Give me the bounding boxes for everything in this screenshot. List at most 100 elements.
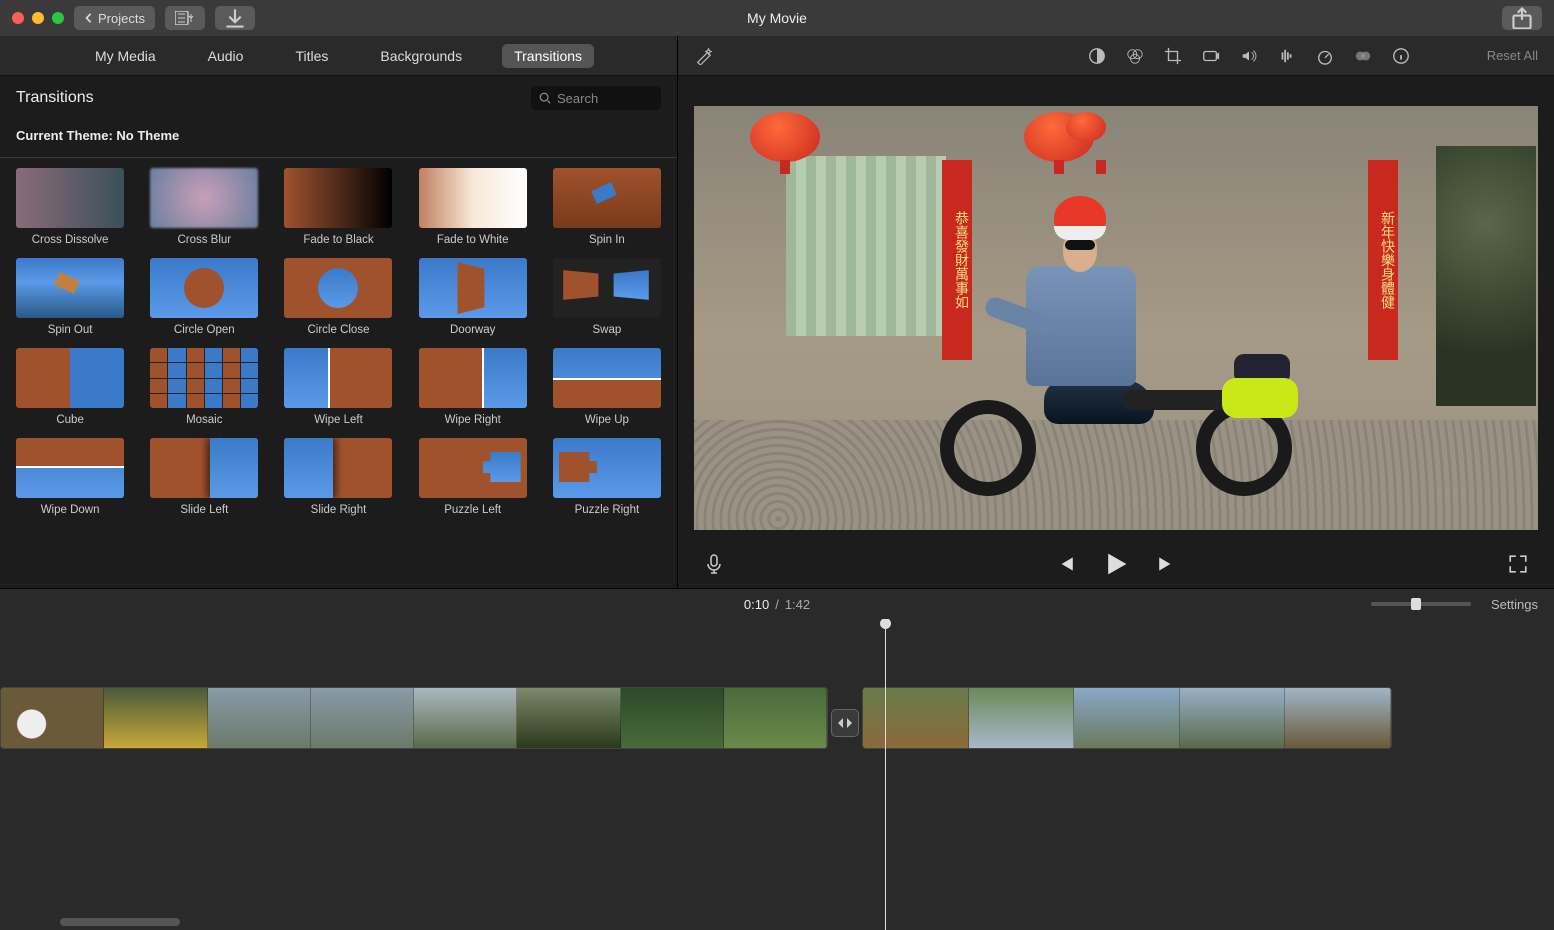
reset-all-button[interactable]: Reset All <box>1487 48 1538 63</box>
window-controls <box>12 12 64 24</box>
search-icon <box>539 92 551 104</box>
transition-thumbnail <box>150 258 258 318</box>
volume-icon[interactable] <box>1239 46 1259 66</box>
transition-thumbnail <box>284 168 392 228</box>
transition-cube[interactable]: Cube <box>10 348 130 426</box>
transition-thumbnail <box>419 258 527 318</box>
transition-thumbnail <box>553 438 661 498</box>
tab-transitions[interactable]: Transitions <box>502 44 594 68</box>
enhance-wand-icon[interactable] <box>694 46 714 66</box>
fullscreen-preview-button[interactable] <box>1506 552 1530 576</box>
transition-thumbnail <box>150 438 258 498</box>
titlebar: Projects My Movie <box>0 0 1554 36</box>
tab-audio[interactable]: Audio <box>196 44 256 68</box>
transition-thumbnail <box>284 258 392 318</box>
transition-circle-close[interactable]: Circle Close <box>278 258 398 336</box>
current-time: 0:10 <box>744 597 769 612</box>
transition-label: Circle Open <box>144 324 264 336</box>
info-icon[interactable] <box>1391 46 1411 66</box>
transition-label: Wipe Right <box>413 414 533 426</box>
transition-thumbnail <box>16 258 124 318</box>
zoom-slider[interactable] <box>1371 602 1471 606</box>
transition-label: Fade to Black <box>278 234 398 246</box>
transition-cross-blur[interactable]: Cross Blur <box>144 168 264 246</box>
transition-thumbnail <box>419 348 527 408</box>
previous-frame-button[interactable] <box>1053 552 1077 576</box>
transition-thumbnail <box>16 348 124 408</box>
back-to-projects-button[interactable]: Projects <box>74 6 155 30</box>
playhead[interactable] <box>885 619 886 930</box>
transition-thumbnail <box>16 168 124 228</box>
library-toggle-button[interactable] <box>165 6 205 30</box>
transition-slide-right[interactable]: Slide Right <box>278 438 398 516</box>
color-correction-icon[interactable] <box>1125 46 1145 66</box>
theme-label: Current Theme: No Theme <box>0 120 677 158</box>
transition-puzzle-right[interactable]: Puzzle Right <box>547 438 667 516</box>
search-placeholder: Search <box>557 91 598 106</box>
transition-label: Swap <box>547 324 667 336</box>
timeline-header: 0:10 / 1:42 Settings <box>0 589 1554 619</box>
tab-backgrounds[interactable]: Backgrounds <box>368 44 474 68</box>
transition-thumbnail <box>419 168 527 228</box>
transition-thumbnail <box>284 348 392 408</box>
transition-wipe-right[interactable]: Wipe Right <box>413 348 533 426</box>
browser-header: Transitions Search <box>0 76 677 120</box>
media-browser: My Media Audio Titles Backgrounds Transition… <box>0 36 678 588</box>
transition-thumbnail <box>16 438 124 498</box>
transition-label: Spin Out <box>10 324 130 336</box>
voiceover-record-button[interactable] <box>702 552 726 576</box>
timeline-settings-button[interactable]: Settings <box>1491 597 1538 612</box>
transition-thumbnail <box>553 258 661 318</box>
transition-circle-open[interactable]: Circle Open <box>144 258 264 336</box>
back-label: Projects <box>98 11 145 26</box>
transition-wipe-down[interactable]: Wipe Down <box>10 438 130 516</box>
transition-swap[interactable]: Swap <box>547 258 667 336</box>
transition-label: Spin In <box>547 234 667 246</box>
color-balance-icon[interactable] <box>1087 46 1107 66</box>
transition-cross-dissolve[interactable]: Cross Dissolve <box>10 168 130 246</box>
search-input[interactable]: Search <box>531 86 661 110</box>
transition-label: Fade to White <box>413 234 533 246</box>
next-frame-button[interactable] <box>1155 552 1179 576</box>
transition-wipe-left[interactable]: Wipe Left <box>278 348 398 426</box>
noise-reduction-icon[interactable] <box>1277 46 1297 66</box>
filters-icon[interactable] <box>1353 46 1373 66</box>
transition-thumbnail <box>150 168 258 228</box>
close-window-button[interactable] <box>12 12 24 24</box>
timeline-track[interactable] <box>0 619 1554 930</box>
audio-waveform <box>1 748 827 749</box>
preview-viewport[interactable]: 恭喜發財萬事如 新年快樂身體健 <box>694 106 1538 530</box>
transition-puzzle-left[interactable]: Puzzle Left <box>413 438 533 516</box>
transition-indicator[interactable] <box>831 709 859 737</box>
transition-fade-to-white[interactable]: Fade to White <box>413 168 533 246</box>
transition-label: Wipe Down <box>10 504 130 516</box>
transition-fade-to-black[interactable]: Fade to Black <box>278 168 398 246</box>
transition-slide-left[interactable]: Slide Left <box>144 438 264 516</box>
fullscreen-window-button[interactable] <box>52 12 64 24</box>
timeline-clip[interactable] <box>862 687 1392 749</box>
transition-label: Mosaic <box>144 414 264 426</box>
share-button[interactable] <box>1502 6 1542 30</box>
transition-label: Wipe Left <box>278 414 398 426</box>
transition-wipe-up[interactable]: Wipe Up <box>547 348 667 426</box>
stabilization-icon[interactable] <box>1201 46 1221 66</box>
browser-tabs: My Media Audio Titles Backgrounds Transition… <box>0 36 677 76</box>
tab-my-media[interactable]: My Media <box>83 44 168 68</box>
transition-mosaic[interactable]: Mosaic <box>144 348 264 426</box>
import-button[interactable] <box>215 6 255 30</box>
timeline-clip[interactable] <box>0 687 828 749</box>
transition-thumbnail <box>284 438 392 498</box>
transition-spin-out[interactable]: Spin Out <box>10 258 130 336</box>
crop-icon[interactable] <box>1163 46 1183 66</box>
horizontal-scrollbar[interactable] <box>60 918 180 926</box>
tab-titles[interactable]: Titles <box>283 44 340 68</box>
audio-waveform <box>863 748 1391 749</box>
minimize-window-button[interactable] <box>32 12 44 24</box>
speed-icon[interactable] <box>1315 46 1335 66</box>
transition-spin-in[interactable]: Spin In <box>547 168 667 246</box>
playback-controls <box>678 540 1554 588</box>
transition-label: Cross Blur <box>144 234 264 246</box>
transition-doorway[interactable]: Doorway <box>413 258 533 336</box>
play-button[interactable] <box>1101 549 1131 579</box>
transition-label: Cube <box>10 414 130 426</box>
